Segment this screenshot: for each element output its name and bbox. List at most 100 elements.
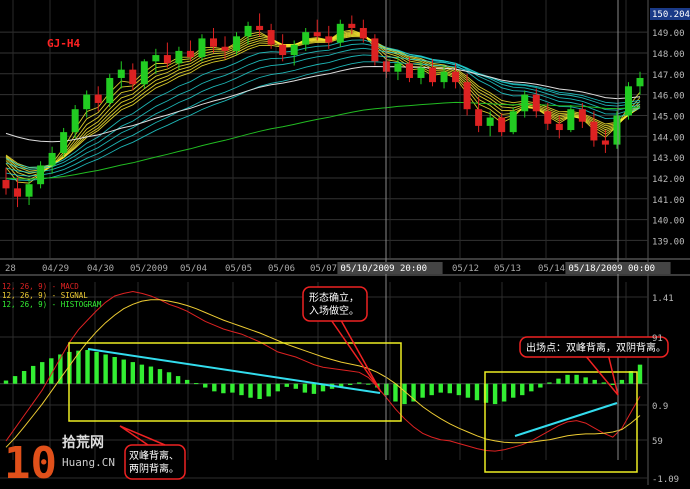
macd-tick-label: 91 — [652, 334, 663, 344]
candle-body — [636, 77, 644, 87]
histogram-bar — [184, 379, 190, 384]
histogram-bar — [628, 371, 634, 384]
candle-body — [440, 71, 448, 83]
x-tick-label: 28 — [5, 264, 16, 274]
candle-body — [71, 109, 79, 133]
histogram-bar — [275, 383, 280, 392]
histogram-bar — [139, 364, 145, 384]
histogram-bar — [556, 378, 561, 384]
candle-body — [129, 69, 137, 85]
histogram-bar — [12, 376, 18, 384]
histogram-bar — [148, 366, 154, 384]
histogram-bar — [583, 377, 588, 384]
histogram-bar — [130, 362, 135, 384]
histogram-bar — [175, 376, 181, 384]
price-tick-label: 144.00 — [652, 133, 685, 143]
price-tick-label: 147.00 — [652, 71, 685, 81]
x-tick-label: 05/12 — [452, 264, 479, 274]
histogram-bar — [357, 382, 362, 384]
price-tick-label: 140.00 — [652, 217, 685, 227]
histogram-bar — [157, 369, 163, 384]
price-tick-label: 139.00 — [652, 237, 685, 247]
x-tick-label: 05/2009 — [130, 264, 168, 274]
candle-body — [521, 94, 529, 112]
candle-body — [290, 44, 298, 56]
histogram-bar — [592, 379, 597, 384]
candle-body — [267, 30, 275, 45]
candle-body — [498, 117, 506, 133]
candle-body — [25, 184, 33, 197]
candle-body — [348, 23, 356, 28]
callout-entry-text: 形态确立， — [309, 291, 359, 304]
candle-body — [198, 38, 206, 58]
histogram-bar — [420, 383, 425, 398]
x-tick-label: 05/07 — [310, 264, 337, 274]
histogram-bar — [565, 374, 570, 384]
histogram-bar — [474, 383, 480, 401]
candle-body — [175, 50, 183, 64]
price-tick-label: 145.00 — [652, 112, 685, 122]
histogram-bar — [456, 383, 462, 396]
candle-body — [555, 123, 563, 131]
histogram-bar — [402, 383, 407, 405]
histogram-bar — [221, 383, 226, 394]
candle-body — [313, 32, 321, 37]
histogram-bar — [347, 383, 353, 385]
callout-div-text: 双峰背离、 — [129, 449, 179, 462]
candle-body — [48, 152, 56, 166]
histogram-bar — [212, 383, 217, 392]
x-tick-label: 05/04 — [180, 264, 207, 274]
candle-body — [117, 69, 125, 78]
candle-body — [152, 55, 160, 62]
histogram-bar — [121, 359, 126, 384]
candle-body — [221, 46, 229, 51]
cursor-date-label: 05/10/2009 20:00 — [340, 264, 427, 274]
watermark-number: 10 — [4, 438, 57, 485]
candle-body — [590, 121, 598, 141]
histogram-bar — [85, 350, 90, 384]
candle-body — [244, 25, 252, 37]
candle-body — [359, 27, 367, 39]
last-price-label: 150.204 — [652, 10, 690, 20]
histogram-bar — [429, 383, 434, 396]
candle-body — [624, 86, 632, 116]
candle-body — [394, 63, 402, 72]
histogram-bar — [492, 383, 498, 405]
macd-legend-entry: 12, 26, 9) - SIGNAL — [2, 291, 88, 300]
candle-body — [186, 50, 194, 58]
histogram-bar — [511, 383, 516, 398]
chart-stage: 形态确立， 入场做空。 出场点：双峰背离，双阴背离。 双峰背离、 两阴背离。 10 拾荒网 H… — [0, 0, 690, 489]
histogram-bar — [438, 383, 443, 393]
callout-entry-text: 入场做空。 — [309, 304, 359, 317]
candle-body — [429, 67, 437, 83]
candle-body — [209, 38, 217, 47]
histogram-bar — [284, 383, 289, 387]
candle-body — [486, 117, 494, 126]
histogram-bar — [230, 383, 235, 393]
histogram-bar — [465, 383, 471, 398]
histogram-bar — [266, 383, 271, 397]
candle-body — [94, 94, 102, 103]
x-tick-label: 05/06 — [268, 264, 295, 274]
histogram-bar — [293, 383, 299, 389]
x-tick-label: 05/05 — [225, 264, 252, 274]
price-tick-label: 142.00 — [652, 175, 685, 185]
histogram-bar — [239, 383, 244, 396]
x-tick-label: 05/13 — [494, 264, 521, 274]
histogram-bar — [393, 383, 398, 402]
candle-body — [578, 109, 586, 122]
candle-body — [302, 32, 310, 45]
candle-body — [509, 111, 517, 133]
histogram-bar — [637, 364, 643, 384]
histogram-bar — [3, 380, 9, 384]
x-tick-label: 04/30 — [87, 264, 114, 274]
price-tick-label: 149.00 — [652, 29, 685, 39]
candle-body — [325, 36, 333, 43]
candle-body — [14, 188, 22, 197]
x-tick-label: 05/14 — [538, 264, 565, 274]
candle-body — [475, 109, 483, 126]
macd-tick-label: 0.9 — [652, 402, 668, 412]
price-tick-label: 148.00 — [652, 50, 685, 60]
watermark-brand: 拾荒网 — [62, 434, 104, 451]
histogram-bar — [501, 383, 507, 402]
